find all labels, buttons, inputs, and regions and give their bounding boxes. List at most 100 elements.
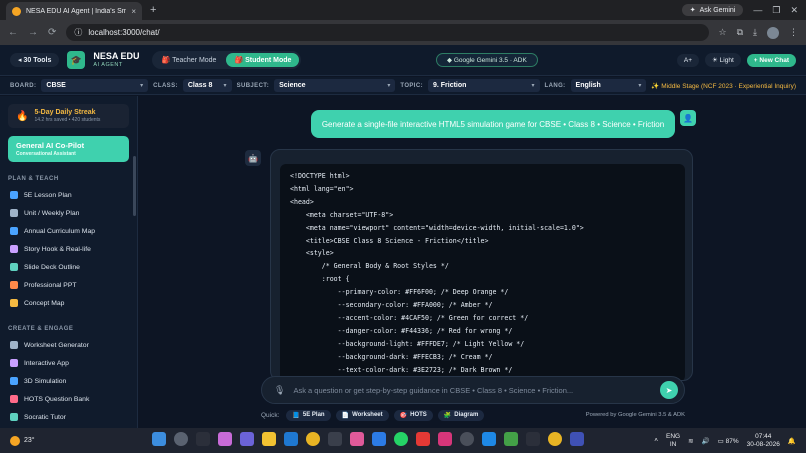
- profile-avatar[interactable]: [767, 26, 779, 39]
- volume-icon[interactable]: 🔊: [702, 437, 710, 445]
- notifications-icon[interactable]: 🔔: [788, 437, 796, 445]
- sidebar-item-annual-curriculum-map[interactable]: Annual Curriculum Map: [0, 222, 137, 240]
- sidebar-item-label: Socratic Tutor: [24, 413, 66, 421]
- edge-icon[interactable]: [284, 432, 298, 446]
- sidebar-item-professional-ppt[interactable]: Professional PPT: [0, 276, 137, 294]
- app-icon[interactable]: [350, 432, 364, 446]
- topic-select[interactable]: 9. Friction ▾: [427, 79, 540, 92]
- whatsapp-icon[interactable]: [394, 432, 408, 446]
- tray-overflow-icon[interactable]: ˄: [654, 437, 658, 444]
- vscode-icon[interactable]: [372, 432, 386, 446]
- quick-chip-diagram[interactable]: 🧩 Diagram: [437, 409, 485, 421]
- sidebar-item-worksheet-generator[interactable]: Worksheet Generator: [0, 336, 137, 354]
- close-window-icon[interactable]: ✕: [790, 5, 798, 16]
- microphone-icon[interactable]: 🎙: [274, 385, 285, 396]
- sidebar-item-interactive-app[interactable]: Interactive App: [0, 354, 137, 372]
- app-icon[interactable]: [482, 432, 496, 446]
- theme-toggle[interactable]: ☀ Light: [705, 53, 741, 67]
- bookmark-star-icon[interactable]: ☆: [719, 27, 727, 38]
- search-icon[interactable]: [174, 432, 188, 446]
- quick-chip-5e-plan[interactable]: 📘 5E Plan: [286, 409, 331, 421]
- tool-icon: [10, 377, 18, 385]
- browser-toolbar-icons: ☆ ⧉ ⤓ ⋮: [719, 26, 798, 39]
- language-indicator[interactable]: ENG IN: [666, 433, 680, 447]
- bot-response: <!DOCTYPE html> <html lang="en"> <head> <m…: [270, 149, 693, 381]
- subject-select[interactable]: Science ▾: [274, 79, 396, 92]
- file-explorer-icon[interactable]: [262, 432, 276, 446]
- sidebar-item-label: 3D Simulation: [24, 377, 67, 385]
- model-label: Google Gemini 3.5 · ADK: [453, 57, 527, 64]
- xbox-icon[interactable]: [504, 432, 518, 446]
- streak-subtitle: 14.2 hrs saved • 420 students: [34, 117, 101, 123]
- back-icon[interactable]: ←: [8, 27, 18, 38]
- youtube-icon[interactable]: [416, 432, 430, 446]
- font-size-button[interactable]: A+: [676, 53, 700, 67]
- instagram-icon[interactable]: [438, 432, 452, 446]
- sidebar-item-hots-question-bank[interactable]: HOTS Question Bank: [0, 390, 137, 408]
- code-line: --text-color-dark: #3E2723; /* Dark Brow…: [290, 365, 513, 374]
- user-message: Generate a single-file interactive HTML5…: [311, 110, 675, 138]
- clock[interactable]: 07:44 30-08-2026: [747, 433, 780, 447]
- new-tab-button[interactable]: +: [150, 4, 156, 16]
- sidebar-item-3d-simulation[interactable]: 3D Simulation: [0, 372, 137, 390]
- sidebar-scrollbar[interactable]: [133, 156, 136, 216]
- code-block[interactable]: <!DOCTYPE html> <html lang="en"> <head> <m…: [280, 164, 685, 380]
- teacher-mode-button[interactable]: 🎒 Teacher Mode: [154, 53, 225, 67]
- chatgpt-icon[interactable]: [460, 432, 474, 446]
- sidebar-item-label: Annual Curriculum Map: [24, 227, 96, 235]
- browser-tab-bar: NESA EDU AI Agent | India's Sm × + ✦ Ask…: [0, 0, 806, 20]
- streak-card[interactable]: 🔥 5-Day Daily Streak 14.2 hrs saved • 42…: [8, 104, 129, 128]
- quick-chip-worksheet[interactable]: 📄 Worksheet: [335, 409, 389, 421]
- task-view-icon[interactable]: [196, 432, 210, 446]
- quick-label: Quick:: [261, 411, 280, 419]
- quick-chip-hots[interactable]: 🎯 HOTS: [393, 409, 433, 421]
- sidebar-item-unit-weekly-plan[interactable]: Unit / Weekly Plan: [0, 204, 137, 222]
- sidebar-item-socratic-tutor[interactable]: Socratic Tutor: [0, 408, 137, 426]
- forward-icon[interactable]: →: [28, 27, 38, 38]
- sidebar-item-story-hook-real-life[interactable]: Story Hook & Real-life: [0, 240, 137, 258]
- reload-icon[interactable]: ⟳: [48, 27, 56, 38]
- browser-tab[interactable]: NESA EDU AI Agent | India's Sm ×: [6, 2, 142, 20]
- chrome-icon[interactable]: [548, 432, 562, 446]
- restore-icon[interactable]: ❐: [772, 5, 780, 16]
- tab-close-icon[interactable]: ×: [131, 7, 136, 16]
- filter-bar: BOARD: CBSE ▾ CLASS: Class 8 ▾ SUBJECT: Sc…: [0, 77, 806, 95]
- app-icon[interactable]: [328, 432, 342, 446]
- app-icon[interactable]: [526, 432, 540, 446]
- wifi-icon[interactable]: ≋: [688, 437, 693, 445]
- site-info-icon[interactable]: ⓘ: [74, 27, 82, 38]
- mode-toggle: 🎒 Teacher Mode 🎒 Student Mode: [151, 51, 302, 69]
- chrome-icon[interactable]: [306, 432, 320, 446]
- sidebar-item-slide-deck-outline[interactable]: Slide Deck Outline: [0, 258, 137, 276]
- sidebar-item-concept-map[interactable]: Concept Map: [0, 294, 137, 312]
- plan-list: 5E Lesson Plan Unit / Weekly Plan Annual C…: [0, 186, 137, 312]
- tools-button[interactable]: ◂ 30 Tools: [10, 53, 60, 67]
- browser-menu-icon[interactable]: ⋮: [789, 27, 798, 38]
- copilot-button[interactable]: General AI Co-Pilot Conversational Assis…: [8, 136, 129, 162]
- class-select[interactable]: Class 8 ▾: [182, 79, 232, 92]
- code-line: <style>: [290, 249, 334, 258]
- url-field[interactable]: ⓘ localhost:3000/chat/: [66, 24, 709, 41]
- battery-indicator[interactable]: ▭ 87%: [718, 437, 739, 445]
- start-icon[interactable]: [152, 432, 166, 446]
- app-icon[interactable]: [570, 432, 584, 446]
- extensions-icon[interactable]: ⧉: [737, 27, 743, 38]
- minimize-icon[interactable]: —: [753, 5, 762, 15]
- weather-widget[interactable]: 23°: [10, 435, 35, 446]
- model-badge[interactable]: ◆ Google Gemini 3.5 · ADK: [436, 53, 538, 67]
- code-line: <html lang="en">: [290, 184, 354, 193]
- sidebar-item-5e-lesson-plan[interactable]: 5E Lesson Plan: [0, 186, 137, 204]
- chip-label: HOTS: [410, 412, 427, 418]
- downloads-icon[interactable]: ⤓: [753, 27, 757, 38]
- send-button[interactable]: ➤: [660, 381, 678, 399]
- ask-gemini-button[interactable]: ✦ Ask Gemini: [681, 4, 744, 16]
- student-mode-button[interactable]: 🎒 Student Mode: [226, 53, 300, 67]
- copilot-icon[interactable]: [218, 432, 232, 446]
- student-mode-label: Student Mode: [245, 57, 292, 64]
- teams-icon[interactable]: [240, 432, 254, 446]
- tool-icon: [10, 341, 18, 349]
- chat-input[interactable]: [293, 385, 652, 395]
- lang-select[interactable]: English ▾: [570, 79, 647, 92]
- new-chat-button[interactable]: + New Chat: [746, 53, 796, 67]
- board-select[interactable]: CBSE ▾: [41, 79, 149, 92]
